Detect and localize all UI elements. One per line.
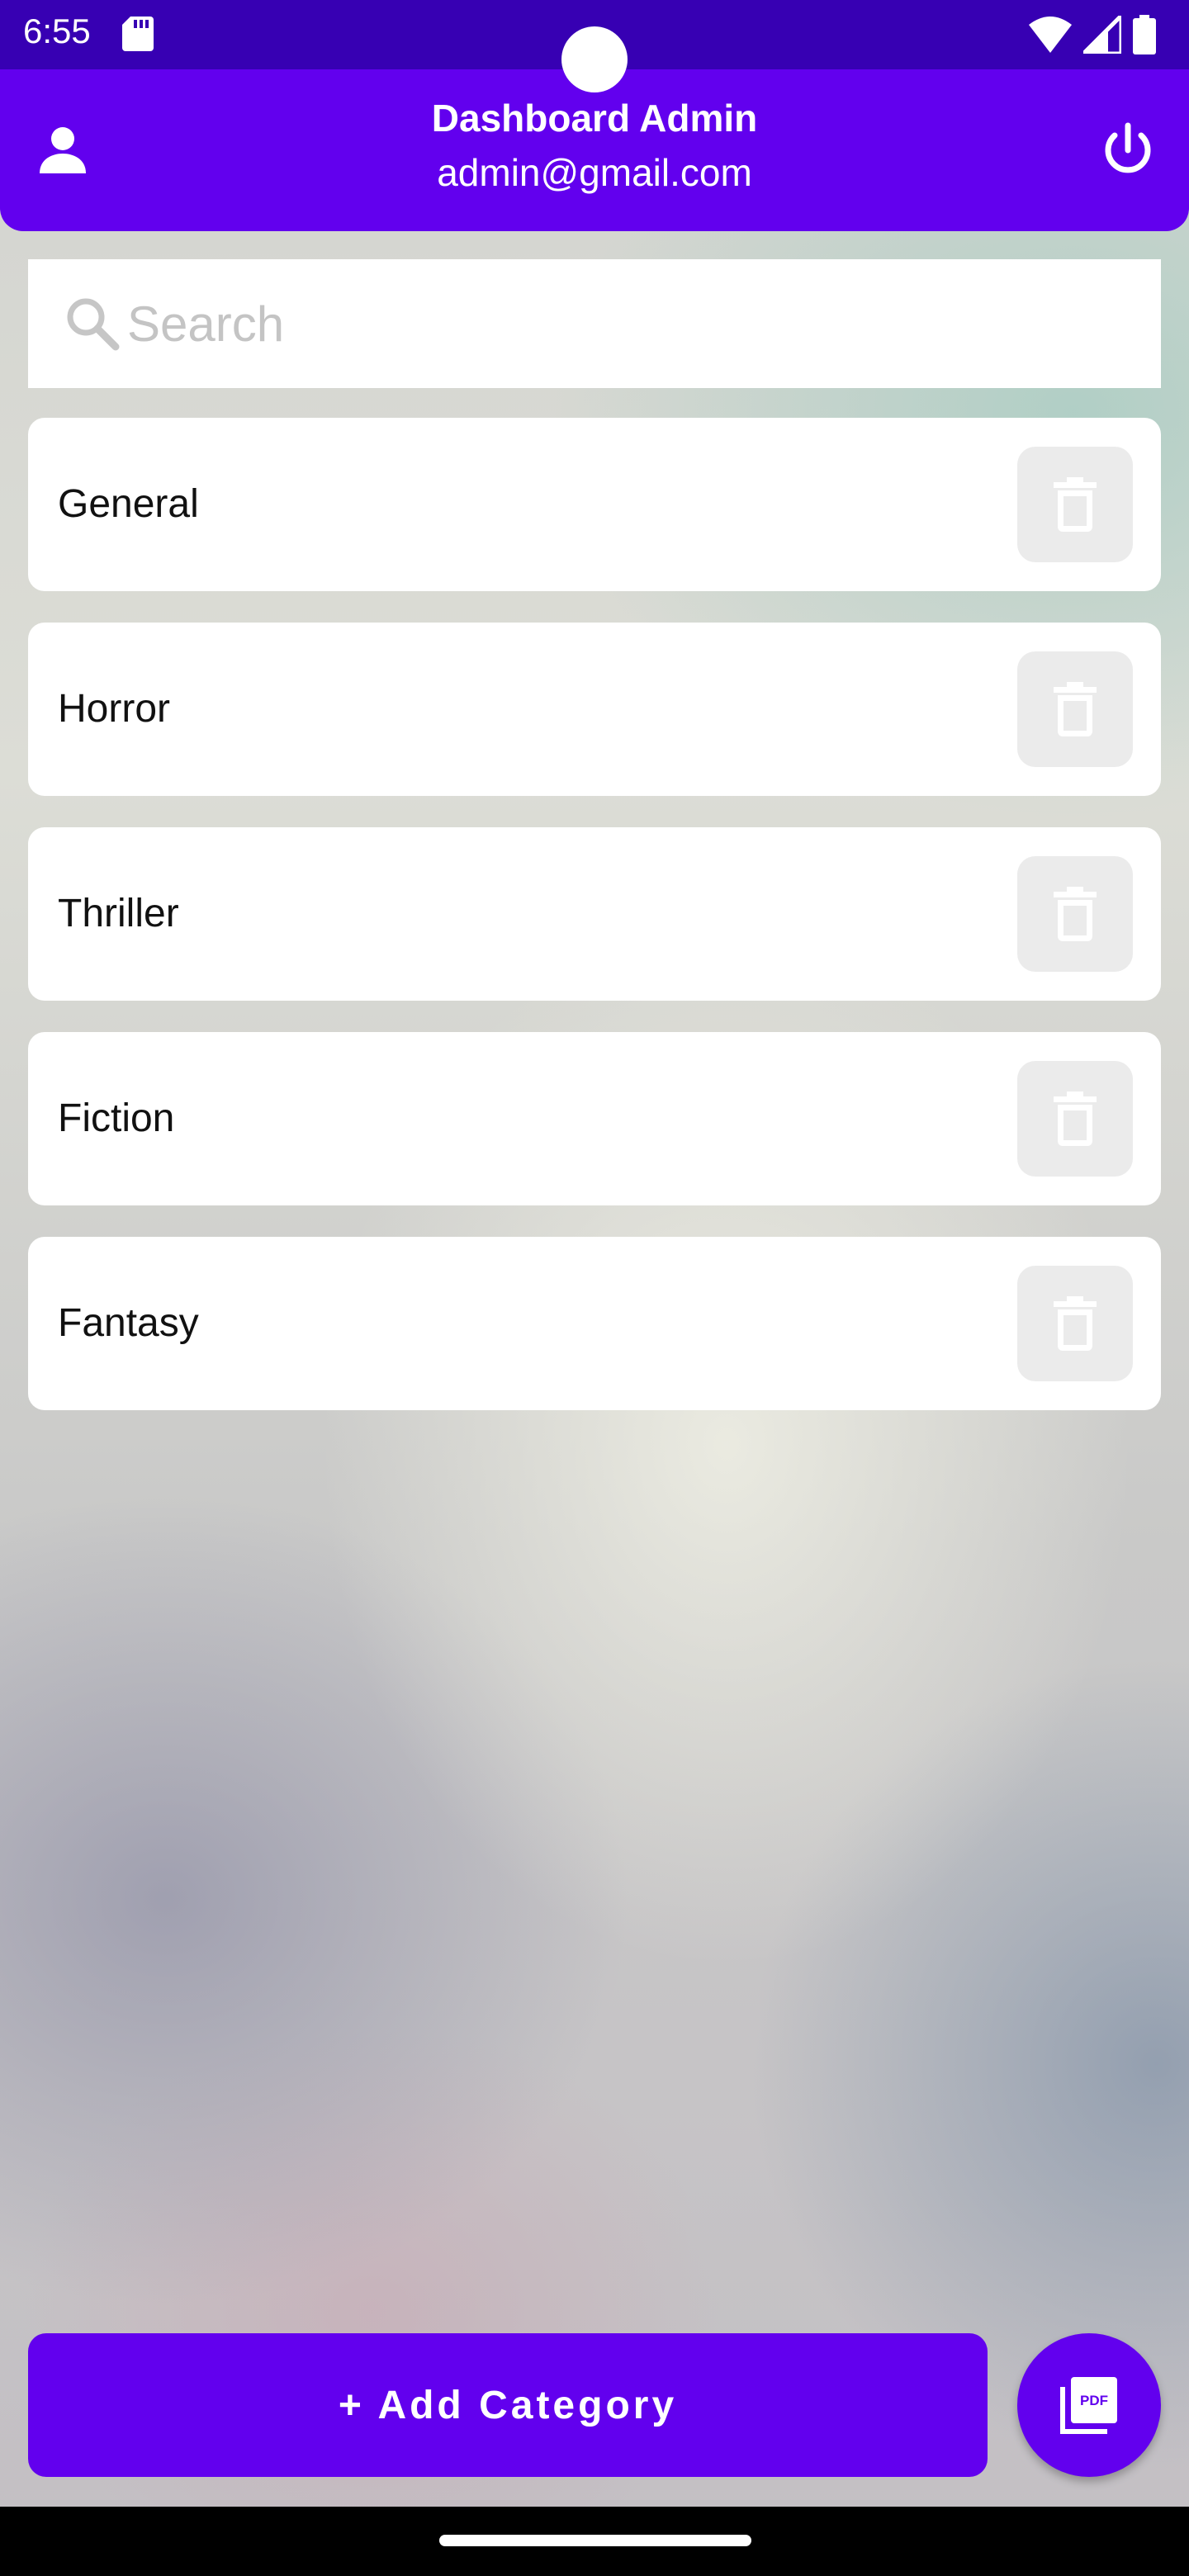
svg-text:PDF: PDF — [1080, 2393, 1108, 2408]
status-time: 6:55 — [23, 12, 91, 50]
category-item-fiction[interactable]: Fiction — [28, 1032, 1161, 1205]
power-icon[interactable] — [1095, 117, 1161, 183]
category-label: Thriller — [58, 892, 179, 935]
delete-button[interactable] — [1017, 856, 1133, 972]
delete-button[interactable] — [1017, 447, 1133, 562]
add-category-button[interactable]: + Add Category — [28, 2333, 988, 2477]
category-list: General Horror Thriller Fiction Fantasy — [28, 418, 1161, 1442]
category-item-fantasy[interactable]: Fantasy — [28, 1237, 1161, 1410]
pdf-icon: PDF — [1060, 2377, 1117, 2434]
app-bar: Dashboard Admin admin@gmail.com — [0, 69, 1189, 231]
trash-icon — [1054, 1296, 1097, 1351]
trash-icon — [1054, 477, 1097, 532]
delete-button[interactable] — [1017, 651, 1133, 767]
trash-icon — [1054, 887, 1097, 941]
delete-button[interactable] — [1017, 1061, 1133, 1177]
wifi-icon — [1029, 17, 1072, 53]
category-item-thriller[interactable]: Thriller — [28, 827, 1161, 1001]
page-title: Dashboard Admin — [431, 97, 758, 140]
category-item-horror[interactable]: Horror — [28, 623, 1161, 796]
camera-cutout — [561, 26, 628, 92]
search-input[interactable] — [127, 295, 1118, 353]
category-label: Fiction — [58, 1096, 175, 1140]
category-label: General — [58, 482, 199, 526]
status-icons — [1029, 13, 1156, 56]
trash-icon — [1054, 1091, 1097, 1146]
admin-email: admin@gmail.com — [437, 151, 752, 194]
pdf-export-button[interactable]: PDF — [1017, 2333, 1161, 2477]
delete-button[interactable] — [1017, 1266, 1133, 1381]
category-label: Fantasy — [58, 1301, 199, 1345]
category-label: Horror — [58, 687, 171, 731]
battery-icon — [1133, 15, 1156, 54]
sd-card-icon — [122, 17, 154, 51]
search-bar[interactable] — [28, 259, 1161, 388]
trash-icon — [1054, 682, 1097, 736]
search-icon — [67, 298, 120, 351]
cell-signal-icon — [1083, 16, 1121, 54]
category-item-general[interactable]: General — [28, 418, 1161, 591]
home-indicator[interactable] — [439, 2535, 751, 2546]
